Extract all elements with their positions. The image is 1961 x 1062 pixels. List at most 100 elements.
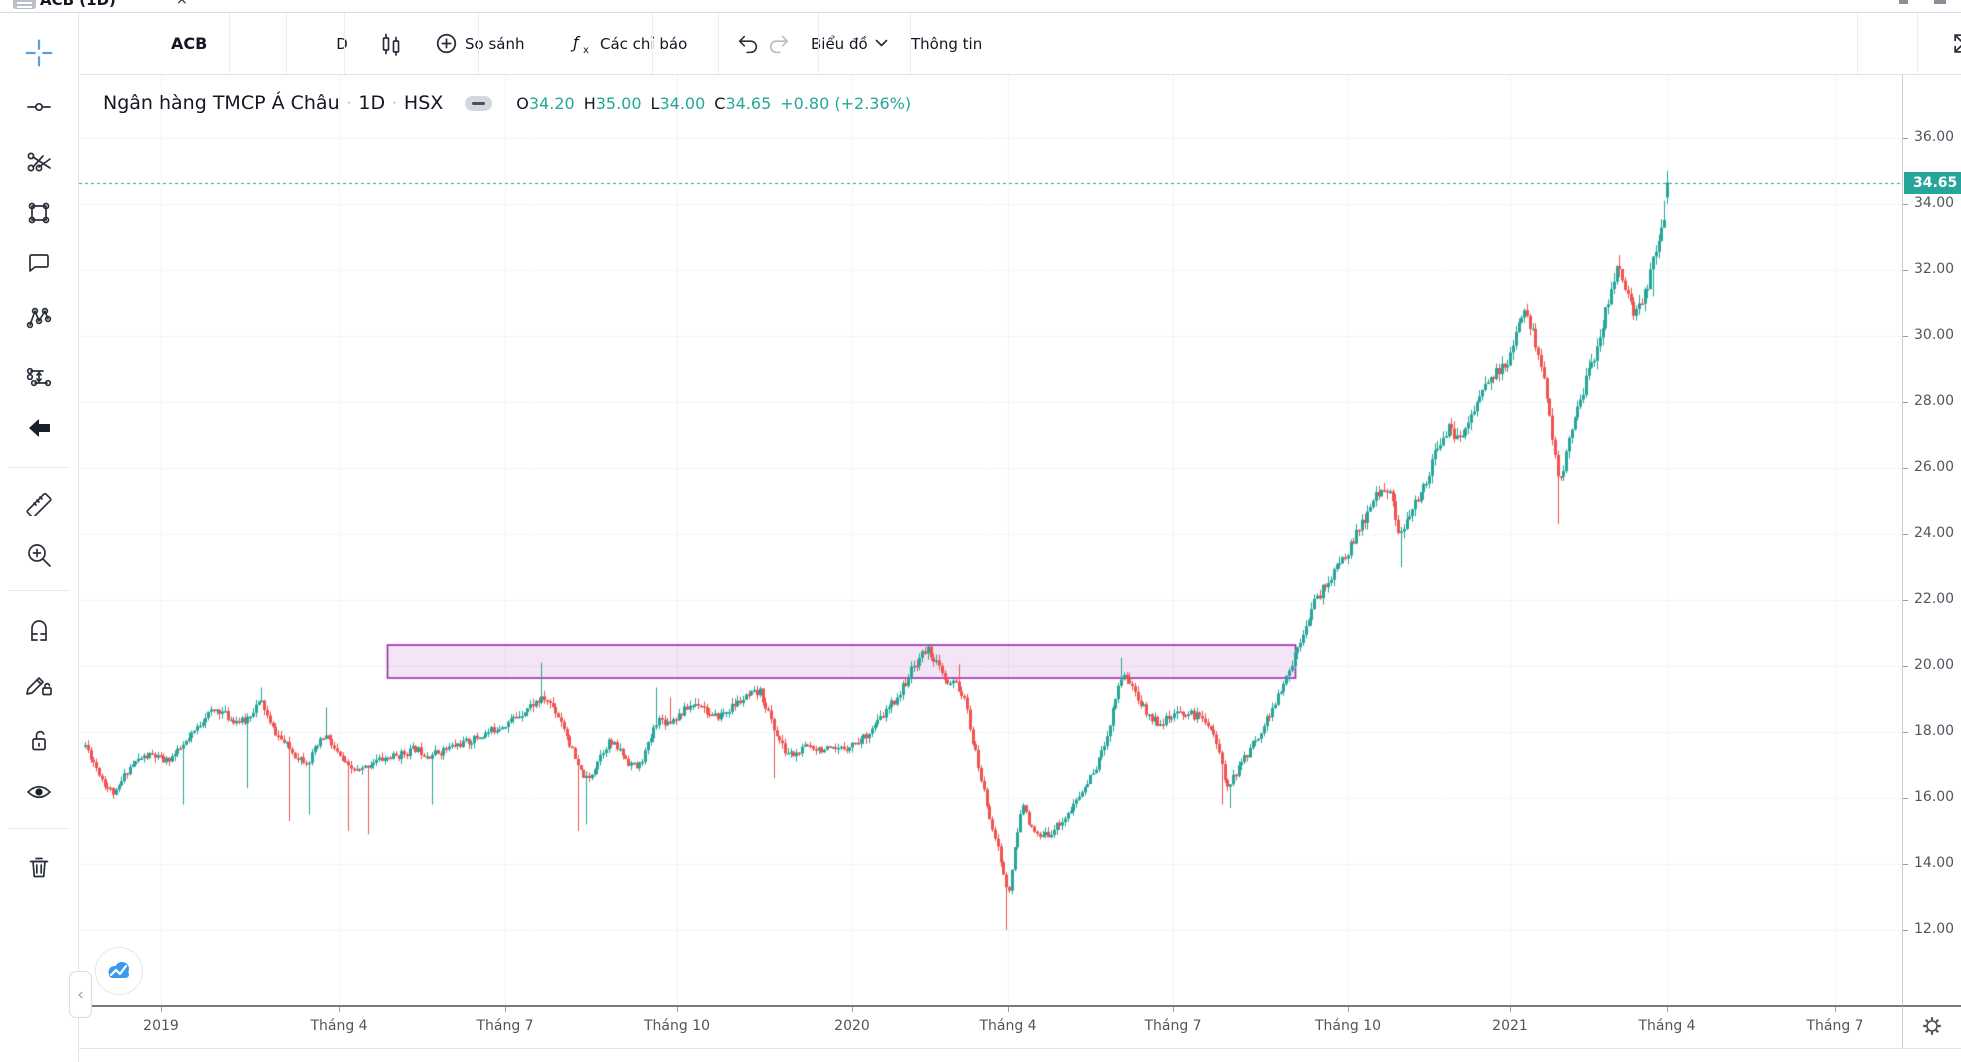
magnet-tool[interactable] <box>17 610 61 650</box>
legend: Ngân hàng TMCP Á Châu · 1D · HSX O34.20H… <box>103 88 911 118</box>
chart-style-button[interactable] <box>378 13 404 74</box>
drawing-toolbar <box>0 13 79 1062</box>
redo-icon <box>766 31 792 57</box>
drawing-lock-tool[interactable] <box>17 663 61 703</box>
chart-layout-menu-button[interactable]: Biểu đồ <box>811 13 888 74</box>
time-label: 2020 <box>834 1018 870 1034</box>
time-tick <box>1510 1007 1511 1012</box>
cut-icon <box>1899 0 1908 4</box>
ohlc-pair: C34.65 <box>714 94 771 113</box>
gear-icon <box>1921 1015 1943 1041</box>
info-button[interactable]: Thông tin <box>911 13 982 74</box>
price-label: 24.00 <box>1914 525 1954 541</box>
price-label: 12.00 <box>1914 921 1954 937</box>
time-tick <box>339 1007 340 1012</box>
ohlc-pair: L34.00 <box>651 94 706 113</box>
time-label: Tháng 4 <box>979 1018 1036 1034</box>
legend-exchange: HSX <box>404 92 443 114</box>
time-tick <box>505 1007 506 1012</box>
zoom-in-tool[interactable] <box>17 535 61 575</box>
chart-menu-label: Biểu đồ <box>811 35 868 53</box>
tradingview-logo[interactable] <box>95 947 143 995</box>
ohlc-values: O34.20H35.00L34.00C34.65+0.80 (+2.36%) <box>516 94 911 113</box>
price-label: 28.00 <box>1914 393 1954 409</box>
tab-menu-icon[interactable] <box>13 0 36 9</box>
sidebar-divider <box>8 467 70 468</box>
symbol-search-button[interactable]: ACB <box>171 13 207 74</box>
lock-all-tool[interactable] <box>17 720 61 760</box>
interval-button[interactable]: D <box>319 13 365 74</box>
price-tick <box>1903 666 1908 667</box>
price-tick <box>1903 930 1908 931</box>
sidebar-divider <box>8 828 70 829</box>
shapes-tool[interactable] <box>17 193 61 233</box>
fullscreen-icon <box>1951 31 1961 56</box>
legend-collapse-button[interactable] <box>465 96 492 111</box>
ohlc-pair: O34.20 <box>516 94 574 113</box>
plus-circle-icon <box>435 32 458 55</box>
pattern-tool[interactable] <box>17 297 61 337</box>
fullscreen-button[interactable] <box>1951 13 1961 74</box>
time-tick <box>161 1007 162 1012</box>
change-value: +0.80 (+2.36%) <box>780 94 911 113</box>
time-tick <box>1835 1007 1836 1012</box>
legend-interval: 1D <box>358 92 385 114</box>
bottom-strip <box>79 1048 1961 1062</box>
price-tick <box>1903 402 1908 403</box>
redo-button[interactable] <box>766 13 792 74</box>
sidebar-divider <box>8 590 70 591</box>
cut-icon <box>1934 0 1946 4</box>
time-label: 2021 <box>1492 1018 1528 1034</box>
sidebar-collapse-handle[interactable]: ‹ <box>69 971 92 1018</box>
last-price-tag: 34.65 <box>1904 172 1961 194</box>
price-label: 26.00 <box>1914 459 1954 475</box>
delete-drawings-tool[interactable] <box>17 847 61 887</box>
time-tick <box>1348 1007 1349 1012</box>
price-tick <box>1903 468 1908 469</box>
pitchfork-tool[interactable] <box>17 140 61 180</box>
arrow-tool[interactable] <box>17 408 61 448</box>
candlestick-chart[interactable] <box>79 75 1902 1005</box>
time-tick <box>852 1007 853 1012</box>
axis-settings-cell[interactable] <box>1902 1005 1961 1048</box>
time-axis[interactable]: 2019 Tháng 4 Tháng 7 Tháng 10 2020 Tháng 4 Thá… <box>79 1005 1902 1048</box>
crosshair-tool[interactable] <box>17 33 61 73</box>
chart-toolbar: ACB D So sánh ƒx Các chỉ báo Biểu đồ Thô… <box>79 13 1961 75</box>
undo-button[interactable] <box>735 13 761 74</box>
fx-icon: ƒx <box>569 31 593 57</box>
time-label: Tháng 10 <box>644 1018 710 1034</box>
annotation-tool[interactable] <box>17 242 61 282</box>
trend-line-tool[interactable] <box>17 87 61 127</box>
symbol-description[interactable]: Ngân hàng TMCP Á Châu <box>103 92 340 114</box>
measure-tool[interactable] <box>17 482 61 522</box>
price-label: 30.00 <box>1914 327 1954 343</box>
hide-drawings-tool[interactable] <box>17 772 61 812</box>
price-axis[interactable]: 36.0034.0032.0030.0028.0026.0024.0022.00… <box>1902 75 1961 1005</box>
time-label: Tháng 7 <box>1144 1018 1201 1034</box>
price-tick <box>1903 270 1908 271</box>
legend-separator: · <box>392 94 397 112</box>
price-tick <box>1903 864 1908 865</box>
price-label: 16.00 <box>1914 789 1954 805</box>
tab-title[interactable]: ACB (1D) <box>40 0 116 9</box>
symbol-label: ACB <box>171 34 207 53</box>
indicators-label: Các chỉ báo <box>600 35 687 53</box>
tab-strip: ACB (1D) × <box>0 0 1961 13</box>
price-tick <box>1903 204 1908 205</box>
time-label: Tháng 4 <box>1638 1018 1695 1034</box>
chevron-down-icon <box>875 39 888 48</box>
time-label: 2019 <box>143 1018 179 1034</box>
interval-label: D <box>336 35 348 53</box>
price-label: 22.00 <box>1914 591 1954 607</box>
compare-button[interactable]: So sánh <box>435 13 525 74</box>
price-tick <box>1903 798 1908 799</box>
prediction-tool[interactable] <box>17 357 61 397</box>
time-label: Tháng 7 <box>476 1018 533 1034</box>
tab-close-icon[interactable]: × <box>176 0 188 8</box>
price-label: 14.00 <box>1914 855 1954 871</box>
time-tick <box>677 1007 678 1012</box>
time-tick <box>1173 1007 1174 1012</box>
indicators-button[interactable]: ƒx Các chỉ báo <box>569 13 687 74</box>
price-label: 34.00 <box>1914 195 1954 211</box>
candlestick-style-icon <box>378 31 404 57</box>
